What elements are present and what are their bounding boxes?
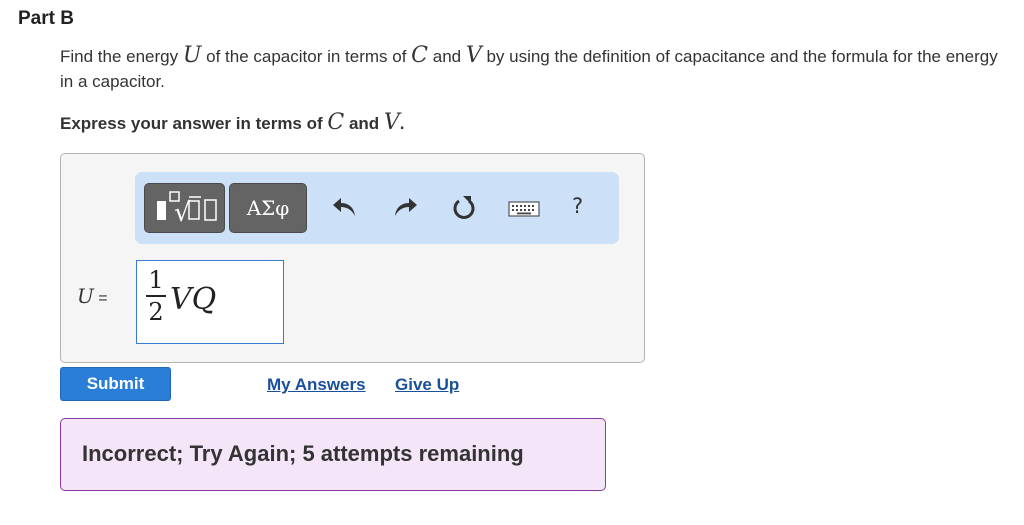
- undo-icon: [333, 198, 355, 216]
- math-variable-c: C: [411, 43, 429, 68]
- math-templates-icon: √: [157, 191, 217, 228]
- reset-icon: [453, 196, 475, 219]
- fraction: 1 2: [146, 266, 166, 326]
- answer-input[interactable]: 1 2 VQ: [136, 260, 284, 344]
- math-toolbar: √ ΑΣφ ?: [135, 172, 619, 244]
- undo-button[interactable]: [331, 192, 361, 224]
- redo-button[interactable]: [390, 192, 420, 224]
- math-variable-u: U: [182, 43, 202, 68]
- help-button[interactable]: ?: [572, 194, 592, 222]
- keyboard-icon: [508, 201, 540, 217]
- answer-variable: U: [77, 284, 94, 308]
- redo-icon: [395, 198, 417, 216]
- greek-symbols-label: ΑΣφ: [246, 196, 290, 220]
- keyboard-button[interactable]: [507, 192, 541, 224]
- math-variable-v: V: [383, 110, 400, 135]
- give-up-link[interactable]: Give Up: [395, 375, 459, 395]
- part-title: Part B: [18, 8, 74, 29]
- fraction-denominator: 2: [148, 298, 164, 326]
- feedback-message: Incorrect; Try Again; 5 attempts remaini…: [82, 441, 524, 466]
- answer-instruction: Express your answer in terms of C and V.: [60, 111, 405, 136]
- question-segment: Find the energy: [60, 47, 183, 66]
- equals-sign: =: [93, 290, 108, 307]
- answer-variable-label: U =: [77, 286, 108, 308]
- fraction-bar: [146, 295, 166, 297]
- instruction-segment: and: [344, 114, 384, 133]
- fraction-numerator: 1: [148, 266, 164, 294]
- reset-button[interactable]: [449, 192, 479, 224]
- answer-box: √ ΑΣφ ? U = 1 2 VQ: [60, 153, 645, 363]
- instruction-segment: .: [399, 114, 405, 133]
- my-answers-link[interactable]: My Answers: [267, 375, 366, 395]
- question-text: Find the energy U of the capacitor in te…: [60, 44, 1000, 94]
- question-segment: of the capacitor in terms of: [201, 47, 412, 66]
- feedback-box: Incorrect; Try Again; 5 attempts remaini…: [60, 418, 606, 491]
- math-variable-v: V: [465, 43, 482, 68]
- math-variable-c: C: [327, 110, 345, 135]
- question-segment: and: [428, 47, 466, 66]
- templates-button[interactable]: √: [144, 183, 225, 233]
- submit-button[interactable]: Submit: [60, 367, 171, 401]
- answer-expression: VQ: [170, 282, 217, 317]
- instruction-segment: Express your answer in terms of: [60, 114, 328, 133]
- greek-symbols-button[interactable]: ΑΣφ: [229, 183, 307, 233]
